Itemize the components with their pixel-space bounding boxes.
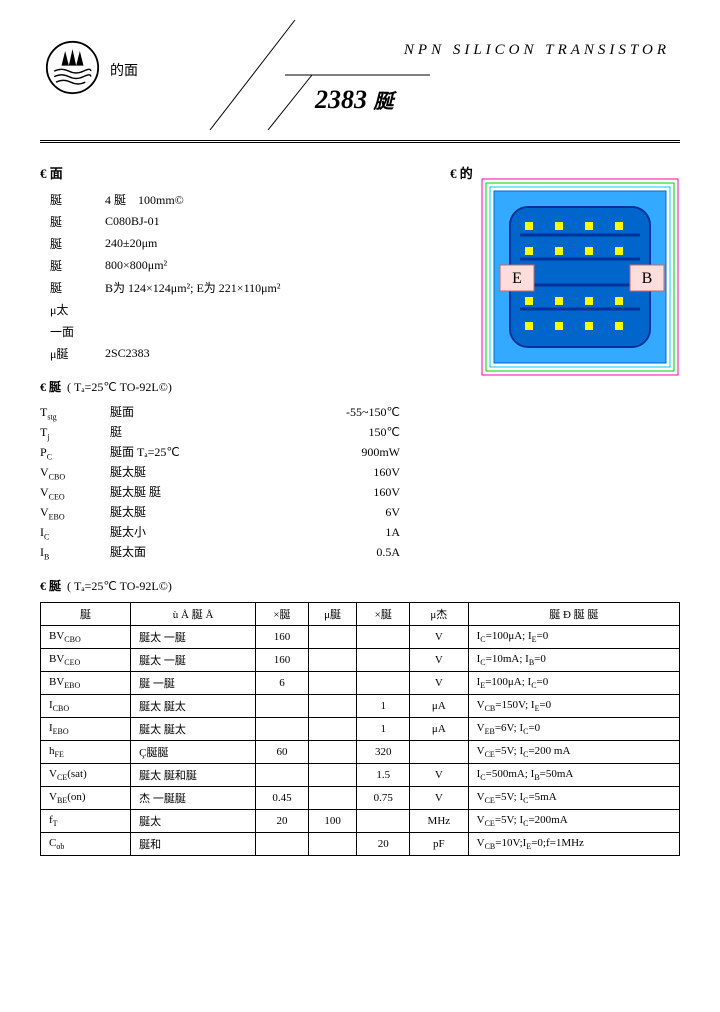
table-row: VCE(sat)脠太 脠和脠1.5VIC=500mA; IB=50mA (41, 764, 680, 787)
electrical-section: € 脠 ( Tₐ=25℃ TO-92L©) 脠ù Å 脠 Å×脠μ脠×脠μ杰脠 … (40, 577, 680, 856)
table-row: VBE(on)杰 一脠脠0.450.75VVCE=5V; IC=5mA (41, 787, 680, 810)
spec-row: 脠C080BJ-01 (50, 212, 450, 230)
rating-row: PC脠面 Tₐ=25℃900mW (40, 443, 680, 463)
brand-text: 的面 (110, 60, 138, 80)
table-header-cell: μ杰 (410, 603, 469, 626)
header-code: 2383 脠 (315, 85, 394, 115)
table-row: hFEÇ脠脠60320VCE=5V; IC=200 mA (41, 741, 680, 764)
header-title: NPN SILICON TRANSISTOR (404, 42, 670, 59)
header-rule (40, 140, 680, 143)
spec-row: 脠240±20μm (50, 234, 450, 252)
header-divider-icon (170, 20, 430, 140)
ratings-title: € 脠 ( Tₐ=25℃ TO-92L©) (40, 378, 680, 395)
table-header-cell: ù Å 脠 Å (131, 603, 256, 626)
table-row: Cob脠和20pFVCB=10V;IE=0;f=1MHz (41, 833, 680, 856)
rating-row: Tj脡150℃ (40, 423, 680, 443)
table-header-cell: 脠 (41, 603, 131, 626)
spec-row: μ太 (50, 300, 450, 318)
table-row: BVCEO脠太 一脠160VIC=10mA; IB=0 (41, 649, 680, 672)
rating-row: VCBO脠太脠160V (40, 463, 680, 483)
electrical-title: € 脠 ( Tₐ=25℃ TO-92L©) (40, 577, 680, 594)
table-header-cell: ×脠 (357, 603, 410, 626)
die-b-label: B (642, 270, 653, 287)
spec-row: 一面 (50, 322, 450, 340)
table-row: BVCBO脠太 一脠160VIC=100μA; IE=0 (41, 626, 680, 649)
ratings-section: € 脠 ( Tₐ=25℃ TO-92L©) Tstg脠面-55~150℃Tj脡1… (40, 378, 680, 563)
code-number: 2383 (315, 85, 367, 114)
header: 的面 NPN SILICON TRANSISTOR 2383 脠 (40, 30, 680, 140)
die-diagram-icon: E B (480, 177, 680, 377)
spec-section-title: € 面 (40, 163, 450, 182)
table-row: IEBO脠太 脠太1μAVEB=6V; IC=0 (41, 718, 680, 741)
rating-row: VCEO脠太脠 脡160V (40, 483, 680, 503)
table-row: ICBO脠太 脠太1μAVCB=150V; IE=0 (41, 695, 680, 718)
electrical-table: 脠ù Å 脠 Å×脠μ脠×脠μ杰脠 Ð 脠 脠 BVCBO脠太 一脠160VIC… (40, 602, 680, 856)
brand-logo-icon (45, 40, 100, 95)
spec-list: 脠4 脠 100mm© 脠C080BJ-01 脠240±20μm 脠800×80… (50, 190, 450, 362)
spec-row: 脠B为 124×124μm²; E为 221×110μm² (50, 278, 450, 296)
spec-row: μ脠2SC2383 (50, 344, 450, 362)
table-header-cell: 脠 Ð 脠 脠 (468, 603, 679, 626)
rating-row: Tstg脠面-55~150℃ (40, 403, 680, 423)
table-header-cell: ×脠 (256, 603, 309, 626)
table-header-cell: μ脠 (308, 603, 357, 626)
code-suffix: 脠 (374, 91, 394, 113)
rating-row: IC脠太小1A (40, 523, 680, 543)
rating-row: VEBO脠太脠6V (40, 503, 680, 523)
table-row: fT脠太20100MHzVCE=5V; IC=200mA (41, 810, 680, 833)
die-e-label: E (512, 270, 522, 287)
spec-row: 脠800×800μm² (50, 256, 450, 274)
table-row: BVEBO脠 一脠6VIE=100μA; IC=0 (41, 672, 680, 695)
rating-row: IB脠太面0.5A (40, 543, 680, 563)
spec-row: 脠4 脠 100mm© (50, 190, 450, 208)
